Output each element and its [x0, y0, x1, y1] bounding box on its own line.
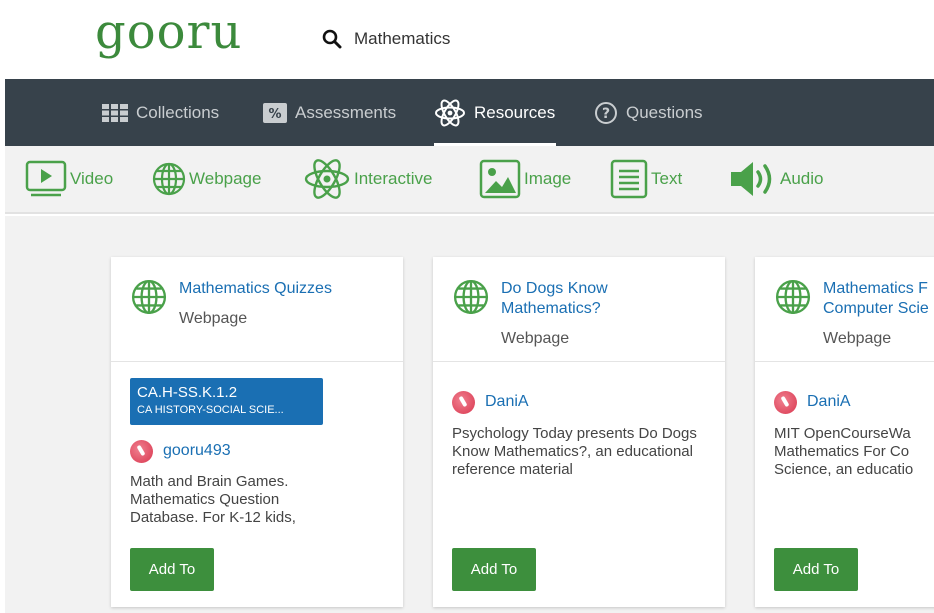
filter-audio-label: Audio: [780, 169, 824, 188]
percent-icon: %: [263, 102, 287, 123]
gooru-logo[interactable]: gooru: [95, 2, 242, 62]
card-type: Webpage: [823, 330, 892, 347]
tab-assessments-label: Assessments: [295, 102, 397, 122]
globe-icon: [453, 279, 489, 315]
author[interactable]: gooru493: [130, 439, 231, 463]
globe-icon: [131, 279, 167, 315]
filter-text[interactable]: Text: [610, 146, 682, 212]
search-bar[interactable]: Mathematics: [322, 24, 450, 54]
card-header: Mathematics Quizzes Webpage: [111, 257, 403, 362]
tab-resources-label: Resources: [474, 102, 556, 122]
card-description: MIT OpenCourseWa Mathematics For Co Scie…: [774, 425, 934, 479]
avatar: [130, 439, 153, 463]
video-icon: [25, 160, 67, 197]
results-area: Mathematics Quizzes Webpage CA.H-SS.K.1.…: [5, 216, 934, 613]
card-title[interactable]: Mathematics F Computer Scie: [823, 279, 934, 319]
card-description: Psychology Today presents Do Dogs Know M…: [452, 425, 697, 478]
tab-collections[interactable]: Collections: [102, 79, 219, 146]
tab-collections-label: Collections: [136, 102, 220, 122]
card-title[interactable]: Mathematics Quizzes: [179, 279, 389, 299]
globe-icon: [152, 162, 186, 196]
filter-interactive-label: Interactive: [354, 169, 433, 188]
header: gooru Mathematics: [0, 0, 934, 79]
add-to-button[interactable]: Add To: [774, 548, 858, 591]
card-type: Webpage: [501, 330, 570, 347]
tab-assessments[interactable]: % Assessments: [263, 79, 396, 146]
standard-description: CA HISTORY-SOCIAL SCIE...: [137, 404, 284, 416]
filter-image[interactable]: Image: [479, 146, 571, 212]
svg-text:%: %: [268, 107, 281, 122]
filter-webpage-label: Webpage: [189, 169, 262, 188]
author-name[interactable]: DaniA: [485, 393, 529, 411]
card-title-line[interactable]: Computer Scie: [823, 299, 934, 319]
resource-type-filters: Video Webpage Interactive Image Text Aud…: [5, 146, 934, 214]
tab-questions-label: Questions: [626, 102, 703, 122]
image-icon: [479, 159, 521, 199]
filter-interactive[interactable]: Interactive: [303, 146, 432, 212]
atom-icon: [435, 99, 465, 126]
audio-icon: [731, 162, 772, 196]
author[interactable]: DaniA: [774, 390, 851, 414]
filter-audio[interactable]: Audio: [729, 146, 823, 212]
card-title-line[interactable]: Mathematics?: [501, 299, 711, 319]
author-name[interactable]: gooru493: [163, 442, 231, 460]
author-name[interactable]: DaniA: [807, 393, 851, 411]
author[interactable]: DaniA: [452, 390, 529, 414]
tab-resources[interactable]: Resources: [434, 79, 557, 146]
globe-icon: [775, 279, 811, 315]
question-circle-icon: ?: [595, 101, 617, 124]
search-icon[interactable]: [322, 29, 342, 49]
search-query[interactable]: Mathematics: [354, 29, 450, 49]
card-title-line[interactable]: Mathematics F: [823, 279, 934, 299]
avatar: [452, 390, 475, 414]
resource-card[interactable]: Do Dogs Know Mathematics? Webpage DaniA …: [433, 257, 725, 607]
category-nav: Collections % Assessments Resources ? Qu…: [5, 79, 934, 146]
filter-text-label: Text: [651, 169, 683, 188]
card-type: Webpage: [179, 310, 248, 327]
avatar: [774, 390, 797, 414]
card-header: Do Dogs Know Mathematics? Webpage: [433, 257, 725, 362]
filter-video-label: Video: [70, 169, 114, 188]
add-to-button[interactable]: Add To: [452, 548, 536, 591]
text-icon: [610, 159, 648, 199]
standard-code: CA.H-SS.K.1.2: [137, 384, 238, 401]
card-description-line: Science, an educatio: [774, 461, 914, 478]
collections-grid-icon: [102, 103, 128, 122]
resource-card[interactable]: Mathematics Quizzes Webpage CA.H-SS.K.1.…: [111, 257, 403, 607]
filter-video[interactable]: Video: [25, 146, 113, 212]
card-description-line: MIT OpenCourseWa: [774, 425, 911, 442]
filter-webpage[interactable]: Webpage: [152, 146, 261, 212]
standard-tag[interactable]: CA.H-SS.K.1.2 CA HISTORY-SOCIAL SCIE...: [130, 378, 323, 425]
card-title-line[interactable]: Mathematics Quizzes: [179, 279, 389, 299]
resource-card[interactable]: Mathematics F Computer Scie Webpage Dani…: [755, 257, 934, 607]
card-title[interactable]: Do Dogs Know Mathematics?: [501, 279, 711, 319]
card-header: Mathematics F Computer Scie Webpage: [755, 257, 934, 362]
card-description-line: Mathematics For Co: [774, 443, 910, 460]
add-to-button[interactable]: Add To: [130, 548, 214, 591]
card-description: Math and Brain Games. Mathematics Questi…: [130, 473, 296, 526]
tab-questions[interactable]: ? Questions: [594, 79, 703, 146]
card-title-line[interactable]: Do Dogs Know: [501, 279, 711, 299]
atom-icon: [304, 159, 350, 199]
filter-image-label: Image: [524, 169, 572, 188]
svg-text:?: ?: [602, 106, 610, 122]
